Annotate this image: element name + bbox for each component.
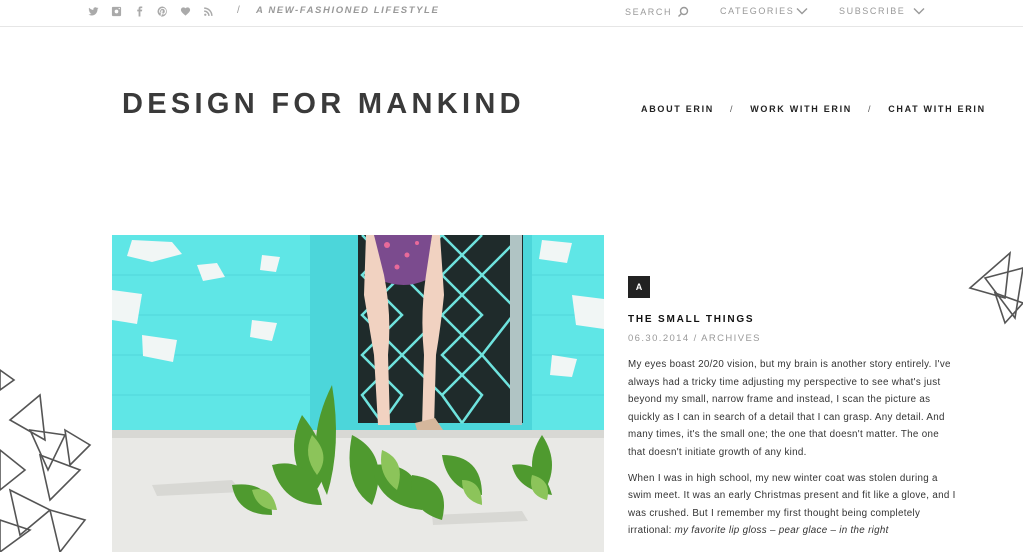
post-title[interactable]: THE SMALL THINGS: [628, 314, 754, 325]
social-links: [86, 4, 224, 18]
meta-separator: /: [693, 333, 698, 344]
post-hero-image[interactable]: [112, 235, 604, 552]
subscribe-label: SUBSCRIBE: [839, 6, 906, 16]
post-body: My eyes boast 20/20 vision, but my brain…: [628, 356, 958, 548]
tagline-separator: /: [237, 5, 240, 16]
search-button[interactable]: SEARCH: [625, 6, 689, 18]
chevron-down-icon: [913, 8, 925, 15]
nav-chat-with-erin[interactable]: CHAT WITH ERIN: [888, 104, 986, 114]
subscribe-dropdown[interactable]: SUBSCRIBE: [839, 6, 925, 16]
site-tagline: A NEW-FASHIONED LIFESTYLE: [256, 5, 440, 16]
search-icon: [678, 6, 689, 17]
post-paragraph: My eyes boast 20/20 vision, but my brain…: [628, 359, 951, 458]
chevron-down-icon: [796, 8, 808, 15]
top-bar: / A NEW-FASHIONED LIFESTYLE SEARCH CATEG…: [0, 0, 1023, 27]
site-logo[interactable]: DESIGN FOR MANKIND: [122, 88, 525, 121]
post-emphasis: my favorite lip gloss – pear glace – in …: [674, 525, 889, 537]
nav-separator: /: [868, 104, 873, 114]
decorative-triangles-left: [0, 369, 92, 552]
search-label: SEARCH: [625, 7, 673, 17]
nav-separator: /: [730, 104, 735, 114]
post-paragraph: When I was in high school, my new winter…: [628, 470, 958, 540]
post-category-link[interactable]: ARCHIVES: [701, 333, 761, 344]
categories-dropdown[interactable]: CATEGORIES: [720, 6, 808, 16]
post-category-badge[interactable]: A: [628, 276, 650, 298]
post-date: 06.30.2014: [628, 333, 690, 344]
rss-icon[interactable]: [201, 4, 215, 18]
decorative-triangles-right: [968, 251, 1023, 325]
nav-about-erin[interactable]: ABOUT ERIN: [641, 104, 714, 114]
heart-icon[interactable]: [178, 4, 192, 18]
instagram-icon[interactable]: [109, 4, 123, 18]
facebook-icon[interactable]: [132, 4, 146, 18]
twitter-icon[interactable]: [86, 4, 100, 18]
post-meta: 06.30.2014 / ARCHIVES: [628, 333, 761, 344]
pinterest-icon[interactable]: [155, 4, 169, 18]
categories-label: CATEGORIES: [720, 6, 795, 16]
nav-work-with-erin[interactable]: WORK WITH ERIN: [750, 104, 852, 114]
main-nav: ABOUT ERIN / WORK WITH ERIN / CHAT WITH …: [641, 104, 986, 114]
